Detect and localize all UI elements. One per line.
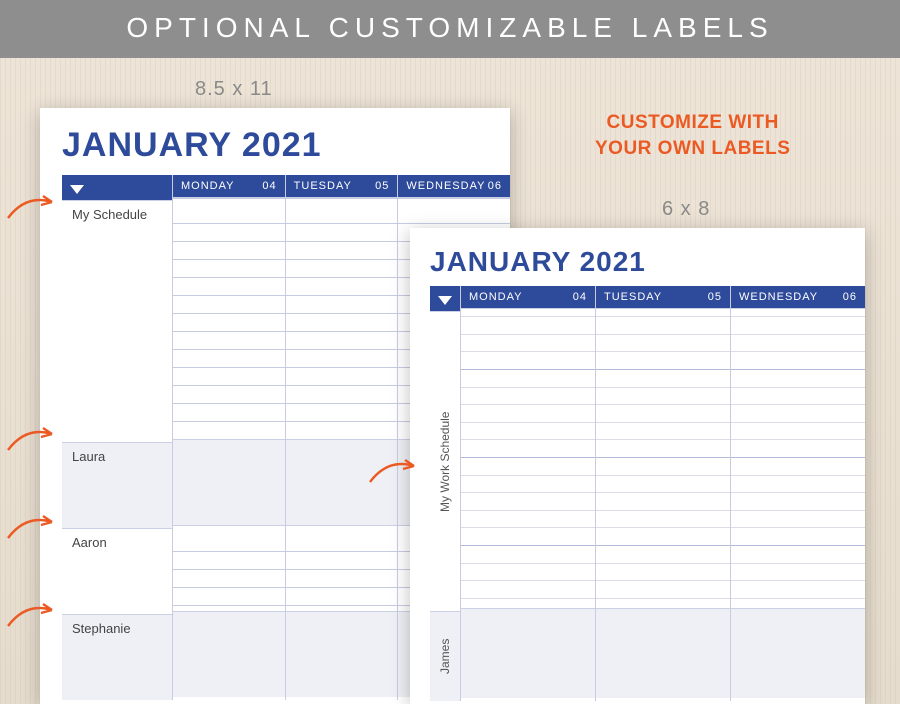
planner-small: JANUARY 2021 My Work Schedule James MOND… bbox=[410, 228, 865, 704]
day-number: 05 bbox=[708, 291, 722, 303]
size-label-small: 6 x 8 bbox=[662, 198, 710, 221]
day-column: MONDAY 04 bbox=[460, 286, 595, 701]
day-header: WEDNESDAY 06 bbox=[731, 286, 865, 308]
day-name: TUESDAY bbox=[294, 180, 352, 192]
day-columns-small: MONDAY 04 TUESDAY 05 WEDNESDAY 06 bbox=[460, 286, 865, 701]
column-header-corner bbox=[430, 289, 460, 311]
cell[interactable] bbox=[596, 308, 730, 608]
cell[interactable] bbox=[596, 608, 730, 698]
caret-down-icon bbox=[438, 296, 452, 305]
day-number: 06 bbox=[488, 180, 502, 192]
cell[interactable] bbox=[173, 525, 285, 611]
row-label-text[interactable]: My Schedule bbox=[62, 201, 172, 222]
cell[interactable] bbox=[173, 611, 285, 697]
day-column: TUESDAY 05 bbox=[285, 175, 398, 700]
cell[interactable] bbox=[286, 611, 398, 697]
day-name: MONDAY bbox=[469, 291, 522, 303]
callout-text: CUSTOMIZE WITH YOUR OWN LABELS bbox=[595, 110, 790, 161]
column-header-corner bbox=[62, 178, 172, 200]
day-name: WEDNESDAY bbox=[739, 291, 818, 303]
day-column: MONDAY 04 bbox=[172, 175, 285, 700]
cell[interactable] bbox=[173, 439, 285, 525]
label-column-large: My Schedule Laura Aaron Stephanie bbox=[62, 175, 172, 700]
month-title-small: JANUARY 2021 bbox=[430, 246, 865, 278]
row-label: My Schedule bbox=[62, 200, 172, 442]
row-label-text[interactable]: Aaron bbox=[62, 529, 172, 550]
row-label: My Work Schedule bbox=[430, 311, 460, 611]
cell[interactable] bbox=[461, 608, 595, 698]
day-column: WEDNESDAY 06 bbox=[730, 286, 865, 701]
cell[interactable] bbox=[286, 439, 398, 525]
callout-line2: YOUR OWN LABELS bbox=[595, 138, 790, 159]
day-header: TUESDAY 05 bbox=[596, 286, 730, 308]
row-label: Laura bbox=[62, 442, 172, 528]
banner-title: OPTIONAL CUSTOMIZABLE LABELS bbox=[0, 0, 900, 58]
cell[interactable] bbox=[731, 308, 865, 608]
day-number: 05 bbox=[375, 180, 389, 192]
row-label-text[interactable]: My Work Schedule bbox=[430, 312, 460, 611]
row-label-text[interactable]: Laura bbox=[62, 443, 172, 464]
day-name: MONDAY bbox=[181, 180, 234, 192]
day-header: MONDAY 04 bbox=[173, 175, 285, 197]
row-label-text[interactable]: Stephanie bbox=[62, 615, 172, 636]
day-name: TUESDAY bbox=[604, 291, 662, 303]
cell[interactable] bbox=[731, 608, 865, 698]
cell[interactable] bbox=[286, 197, 398, 439]
size-label-large: 8.5 x 11 bbox=[195, 78, 273, 101]
callout-line1: CUSTOMIZE WITH bbox=[607, 112, 779, 133]
day-number: 06 bbox=[843, 291, 857, 303]
month-title-large: JANUARY 2021 bbox=[62, 126, 510, 165]
cell[interactable] bbox=[286, 525, 398, 611]
label-column-small: My Work Schedule James bbox=[430, 286, 460, 701]
day-name: WEDNESDAY bbox=[406, 180, 485, 192]
row-label: Stephanie bbox=[62, 614, 172, 700]
day-header: MONDAY 04 bbox=[461, 286, 595, 308]
day-number: 04 bbox=[262, 180, 276, 192]
row-label: James bbox=[430, 611, 460, 701]
row-label: Aaron bbox=[62, 528, 172, 614]
cell[interactable] bbox=[461, 308, 595, 608]
row-label-text[interactable]: James bbox=[430, 612, 460, 701]
day-header: WEDNESDAY 06 bbox=[398, 175, 510, 197]
cell[interactable] bbox=[173, 197, 285, 439]
day-number: 04 bbox=[573, 291, 587, 303]
day-header: TUESDAY 05 bbox=[286, 175, 398, 197]
day-column: TUESDAY 05 bbox=[595, 286, 730, 701]
caret-down-icon bbox=[70, 185, 84, 194]
